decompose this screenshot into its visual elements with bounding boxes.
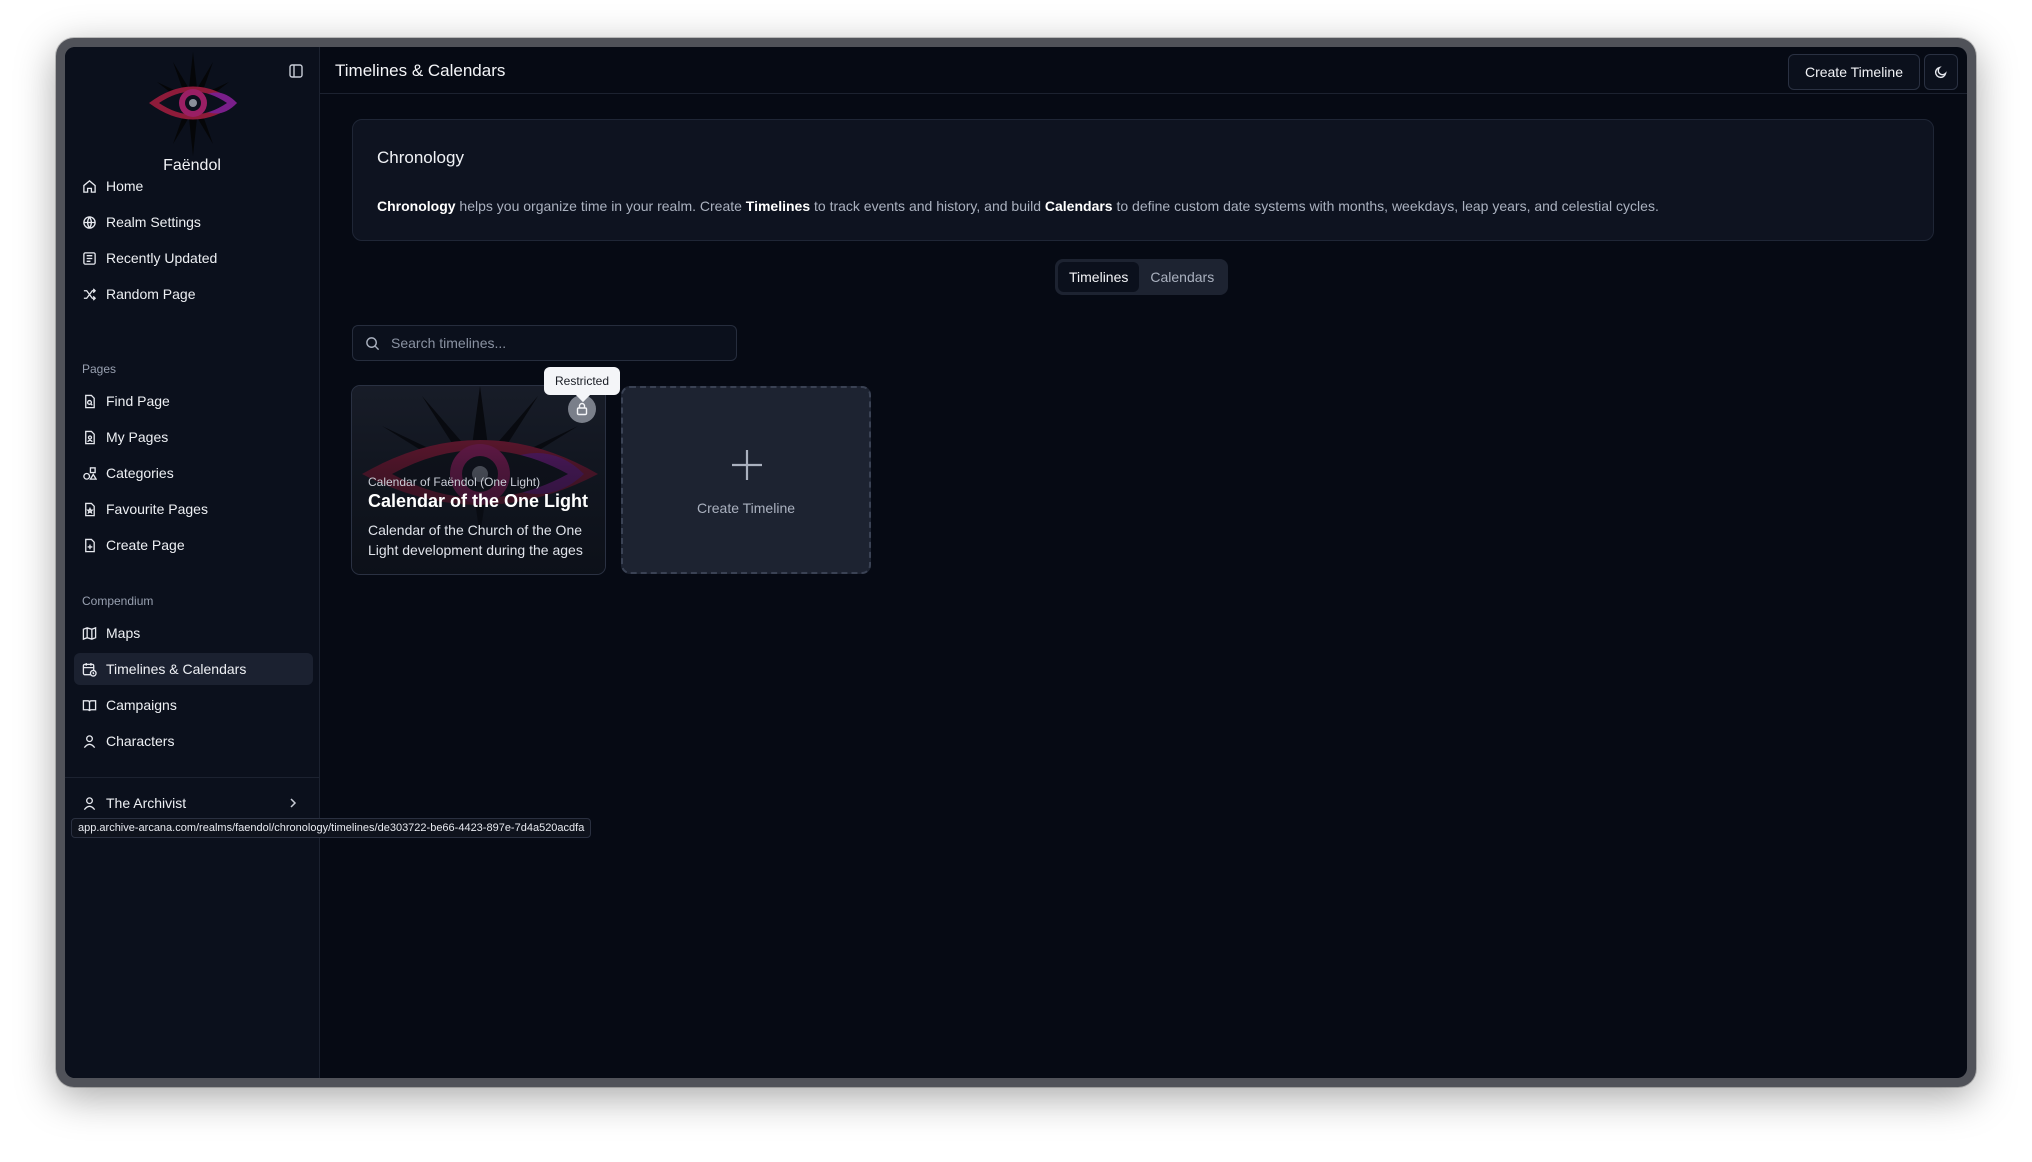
sidebar-item-label: My Pages bbox=[106, 429, 169, 445]
realm-logo bbox=[149, 52, 237, 156]
app-shell: Faëndol Home Realm Settings Recently Upd… bbox=[65, 47, 1967, 1078]
info-bold-calendars: Calendars bbox=[1044, 198, 1113, 214]
timeline-calendar-name: Calendar of Faëndol (One Light) bbox=[368, 475, 541, 489]
sidebar-item-categories[interactable]: Categories bbox=[74, 457, 313, 489]
file-user-icon bbox=[85, 430, 95, 444]
sidebar-item-label: Categories bbox=[106, 465, 174, 481]
shuffle-icon bbox=[83, 287, 97, 301]
restricted-tooltip: Restricted bbox=[544, 367, 621, 395]
sidebar-footer-divider bbox=[65, 777, 319, 778]
pages-nav: Pages Find Page My Pages Categories Favo… bbox=[74, 359, 313, 565]
sidebar-item-label: Find Page bbox=[106, 393, 170, 409]
file-search-icon bbox=[85, 394, 95, 408]
theme-toggle-button[interactable] bbox=[1924, 54, 1958, 90]
sidebar-item-realm-settings[interactable]: Realm Settings bbox=[74, 206, 313, 238]
map-icon bbox=[82, 626, 97, 640]
timeline-card[interactable]: Calendar of Faëndol (One Light) Calendar… bbox=[351, 385, 606, 575]
plus-icon bbox=[732, 450, 762, 480]
tab-calendars[interactable]: Calendars bbox=[1139, 262, 1225, 292]
sidebar-item-campaigns[interactable]: Campaigns bbox=[74, 689, 313, 721]
timeline-description: Calendar of the Church of the One Light … bbox=[368, 522, 583, 558]
info-text-part: helps you organize time in your realm. C… bbox=[455, 198, 746, 214]
sidebar-item-characters[interactable]: Characters bbox=[74, 725, 313, 757]
sidebar-item-my-pages[interactable]: My Pages bbox=[74, 421, 313, 453]
top-bar: Timelines & Calendars Create Timeline bbox=[320, 47, 1967, 94]
section-label-pages: Pages bbox=[82, 362, 117, 376]
info-text-part: to define custom date systems with month… bbox=[1112, 198, 1659, 214]
sidebar-item-favourite-pages[interactable]: Favourite Pages bbox=[74, 493, 313, 525]
globe-settings-icon bbox=[83, 215, 96, 229]
home-icon bbox=[83, 179, 96, 193]
chronology-info-card: Chronology Chronology helps you organize… bbox=[352, 119, 1934, 241]
user-icon bbox=[83, 796, 96, 810]
file-plus-icon bbox=[85, 538, 95, 552]
status-url: app.archive-arcana.com/realms/faendol/ch… bbox=[71, 818, 592, 838]
shapes-icon bbox=[83, 466, 97, 480]
user-name: The Archivist bbox=[106, 795, 187, 811]
sidebar: Faëndol Home Realm Settings Recently Upd… bbox=[65, 47, 320, 1078]
section-label-compendium: Compendium bbox=[82, 594, 154, 608]
sidebar-item-maps[interactable]: Maps bbox=[74, 617, 313, 649]
info-description: Chronology helps you organize time in yo… bbox=[377, 198, 1659, 214]
page-title: Timelines & Calendars bbox=[335, 61, 506, 80]
info-bold-chronology: Chronology bbox=[377, 198, 456, 214]
main-nav: Home Realm Settings Recently Updated Ran… bbox=[74, 170, 313, 314]
sidebar-item-timelines-calendars[interactable]: Timelines & Calendars bbox=[74, 653, 313, 685]
calendar-clock-icon bbox=[82, 662, 97, 677]
sidebar-item-label: Home bbox=[106, 178, 144, 194]
sidebar-item-label: Characters bbox=[106, 733, 175, 749]
create-timeline-button[interactable]: Create Timeline bbox=[1787, 54, 1920, 90]
sidebar-item-label: Random Page bbox=[106, 286, 196, 302]
compendium-nav: Compendium Maps Timelines & Calendars Ca… bbox=[74, 591, 313, 761]
tab-timelines[interactable]: Timelines bbox=[1058, 262, 1140, 292]
sidebar-item-label: Maps bbox=[106, 625, 141, 641]
moon-icon bbox=[1934, 66, 1947, 79]
info-bold-timelines: Timelines bbox=[745, 198, 811, 214]
user-icon bbox=[83, 734, 96, 748]
sidebar-item-create-page[interactable]: Create Page bbox=[74, 529, 313, 561]
sidebar-item-label: Timelines & Calendars bbox=[106, 661, 247, 677]
search-icon bbox=[366, 336, 380, 350]
chevron-right-icon bbox=[290, 798, 297, 808]
sidebar-item-random-page[interactable]: Random Page bbox=[74, 278, 313, 310]
app-window: Faëndol Home Realm Settings Recently Upd… bbox=[56, 38, 1976, 1087]
newspaper-icon bbox=[83, 251, 96, 265]
file-star-icon bbox=[85, 502, 95, 516]
search-box bbox=[352, 325, 737, 361]
sidebar-item-home[interactable]: Home bbox=[74, 170, 313, 202]
sidebar-item-recently-updated[interactable]: Recently Updated bbox=[74, 242, 313, 274]
sidebar-item-label: Realm Settings bbox=[106, 214, 201, 230]
create-timeline-label: Create Timeline bbox=[696, 500, 796, 516]
info-text-part: to track events and history, and build bbox=[810, 198, 1045, 214]
search-input[interactable] bbox=[389, 334, 713, 352]
sidebar-item-find-page[interactable]: Find Page bbox=[74, 385, 313, 417]
create-timeline-card[interactable]: Create Timeline bbox=[621, 386, 871, 574]
info-title: Chronology bbox=[377, 148, 464, 167]
sidebar-item-label: Create Page bbox=[106, 537, 185, 553]
sidebar-toggle-icon[interactable] bbox=[287, 62, 305, 80]
book-open-icon bbox=[82, 699, 97, 711]
user-menu[interactable]: The Archivist bbox=[74, 787, 313, 819]
sidebar-item-label: Recently Updated bbox=[106, 250, 218, 266]
sidebar-item-label: Favourite Pages bbox=[106, 501, 208, 517]
view-tabs: Timelines Calendars bbox=[1055, 259, 1229, 295]
timeline-title: Calendar of the One Light bbox=[368, 491, 589, 511]
sidebar-item-label: Campaigns bbox=[106, 697, 177, 713]
